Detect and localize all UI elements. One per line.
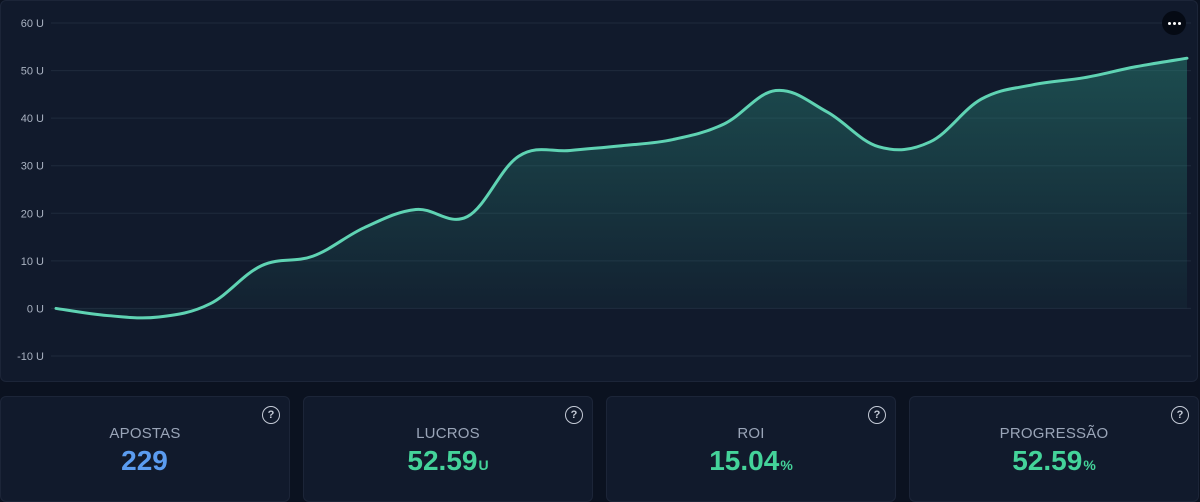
y-tick-label: 40 U bbox=[21, 113, 44, 125]
stat-card-progressao: ? PROGRESSÃO 52.59% bbox=[909, 396, 1199, 502]
help-icon[interactable]: ? bbox=[565, 406, 583, 424]
data-point[interactable] bbox=[926, 138, 934, 146]
y-tick-label: 30 U bbox=[21, 161, 44, 173]
data-point[interactable] bbox=[1183, 54, 1191, 62]
stat-value: 52.59% bbox=[1012, 445, 1096, 476]
profit-chart-card: 60 U 50 U 40 U 30 U 20 U 10 U 0 U -10 U bbox=[0, 0, 1198, 382]
data-point[interactable] bbox=[720, 120, 728, 128]
y-tick-label: 60 U bbox=[21, 18, 44, 30]
stat-value: 229 bbox=[121, 445, 168, 476]
data-point[interactable] bbox=[412, 205, 420, 213]
data-point[interactable] bbox=[52, 304, 60, 312]
y-tick-label: -10 U bbox=[17, 351, 44, 363]
y-tick-label: 20 U bbox=[21, 208, 44, 220]
more-horizontal-icon bbox=[1167, 21, 1181, 25]
stat-card-apostas: ? APOSTAS 229 bbox=[0, 396, 290, 502]
data-point[interactable] bbox=[206, 300, 214, 308]
stat-card-lucros: ? LUCROS 52.59U bbox=[303, 396, 593, 502]
stat-card-roi: ? ROI 15.04% bbox=[606, 396, 896, 502]
stat-value: 15.04% bbox=[709, 445, 793, 476]
y-tick-label: 10 U bbox=[21, 256, 44, 268]
stat-label: ROI bbox=[737, 425, 765, 442]
y-tick-label: 0 U bbox=[27, 303, 44, 315]
data-point[interactable] bbox=[103, 312, 111, 320]
more-options-button[interactable] bbox=[1162, 11, 1186, 35]
stat-label: PROGRESSÃO bbox=[999, 425, 1109, 442]
data-point[interactable] bbox=[566, 146, 574, 154]
data-point[interactable] bbox=[309, 252, 317, 260]
data-point[interactable] bbox=[360, 224, 368, 232]
stat-label: APOSTAS bbox=[109, 425, 181, 442]
data-point[interactable] bbox=[1132, 63, 1140, 71]
profit-chart: 60 U 50 U 40 U 30 U 20 U 10 U 0 U -10 U bbox=[17, 18, 1191, 363]
help-icon[interactable]: ? bbox=[262, 406, 280, 424]
data-point[interactable] bbox=[618, 142, 626, 150]
data-point[interactable] bbox=[1029, 81, 1037, 89]
data-point[interactable] bbox=[463, 213, 471, 221]
data-point[interactable] bbox=[875, 143, 883, 151]
data-point[interactable] bbox=[823, 108, 831, 116]
data-point[interactable] bbox=[772, 87, 780, 95]
data-point[interactable] bbox=[669, 136, 677, 144]
data-point[interactable] bbox=[155, 313, 163, 321]
data-point[interactable] bbox=[515, 152, 523, 160]
y-tick-label: 50 U bbox=[21, 66, 44, 78]
data-point[interactable] bbox=[258, 262, 266, 270]
stat-label: LUCROS bbox=[416, 425, 480, 442]
help-icon[interactable]: ? bbox=[868, 406, 886, 424]
stat-value: 52.59U bbox=[407, 445, 489, 476]
data-point[interactable] bbox=[977, 95, 985, 103]
data-point[interactable] bbox=[1080, 74, 1088, 82]
series-area-fill bbox=[56, 58, 1187, 318]
help-icon[interactable]: ? bbox=[1171, 406, 1189, 424]
